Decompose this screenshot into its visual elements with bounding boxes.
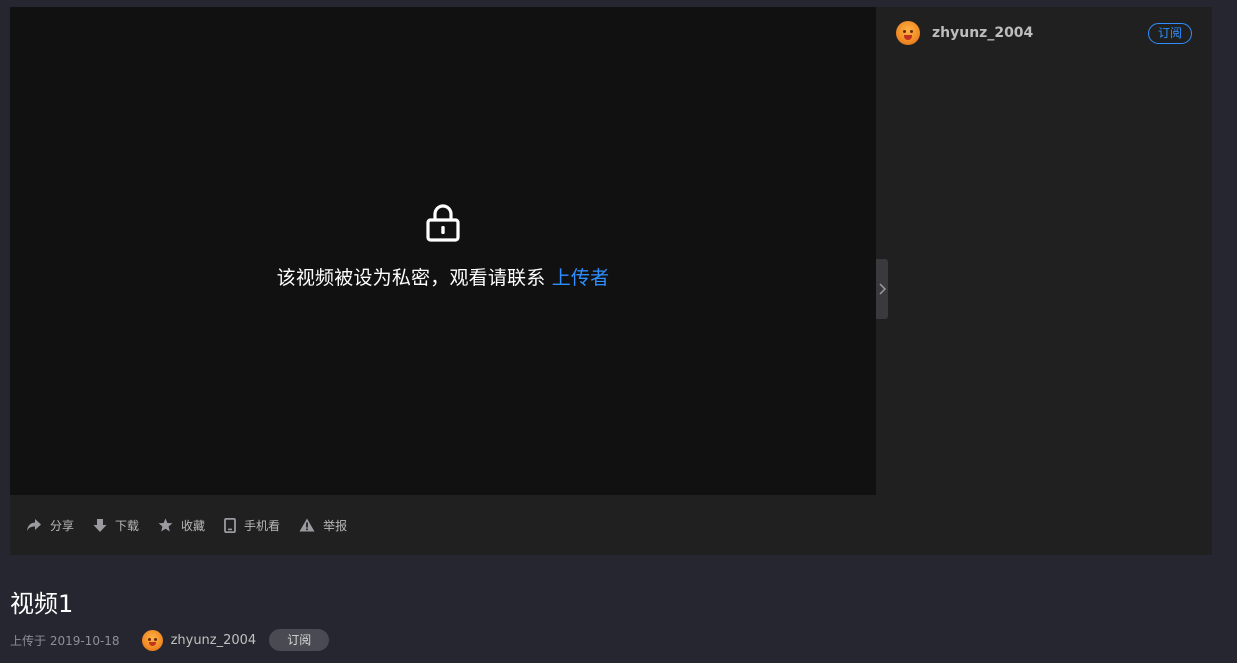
share-label: 分享: [50, 518, 75, 533]
share-button[interactable]: 分享: [26, 517, 74, 534]
mobile-icon: [224, 517, 236, 533]
upload-date: 上传于 2019-10-18: [10, 633, 120, 648]
sidebar-username[interactable]: zhyunz_2004: [932, 25, 1033, 41]
sidebar-subscribe-button[interactable]: 订阅: [1147, 23, 1192, 44]
share-icon: [27, 519, 41, 531]
action-bar: 分享 下载 收藏 手机看 举报: [10, 495, 1212, 555]
download-icon: [93, 518, 107, 532]
player-frame: 该视频被设为私密，观看请联系 上传者 zhyunz_2004 订阅 分享 下载 …: [10, 7, 1212, 555]
private-message-text: 该视频被设为私密，观看请联系: [276, 267, 546, 289]
video-page: 该视频被设为私密，观看请联系 上传者 zhyunz_2004 订阅 分享 下载 …: [0, 0, 1237, 663]
warning-icon: [299, 518, 315, 532]
video-meta: 上传于 2019-10-18 zhyunz_2004 订阅: [10, 628, 330, 652]
video-player[interactable]: 该视频被设为私密，观看请联系 上传者: [10, 7, 876, 495]
download-button[interactable]: 下载: [93, 517, 139, 534]
avatar[interactable]: [896, 21, 920, 45]
lock-container: [10, 203, 876, 247]
video-title: 视频1: [10, 590, 74, 618]
contact-uploader-link[interactable]: 上传者: [552, 267, 610, 289]
watch-on-mobile-button[interactable]: 手机看: [224, 517, 280, 534]
uploader-username[interactable]: zhyunz_2004: [171, 633, 257, 648]
private-video-message: 该视频被设为私密，观看请联系 上传者: [10, 263, 876, 290]
mobile-label: 手机看: [244, 518, 281, 533]
star-icon: [158, 518, 173, 532]
subscribe-button[interactable]: 订阅: [269, 629, 330, 651]
report-button[interactable]: 举报: [299, 517, 347, 534]
report-label: 举报: [323, 518, 348, 533]
lock-icon: [426, 204, 460, 242]
favorite-button[interactable]: 收藏: [158, 517, 205, 534]
uploader-sidebar: zhyunz_2004 订阅: [876, 7, 1212, 495]
download-label: 下载: [115, 518, 140, 533]
sidebar-uploader[interactable]: zhyunz_2004: [896, 21, 1033, 45]
avatar[interactable]: [141, 629, 163, 651]
favorite-label: 收藏: [181, 518, 206, 533]
